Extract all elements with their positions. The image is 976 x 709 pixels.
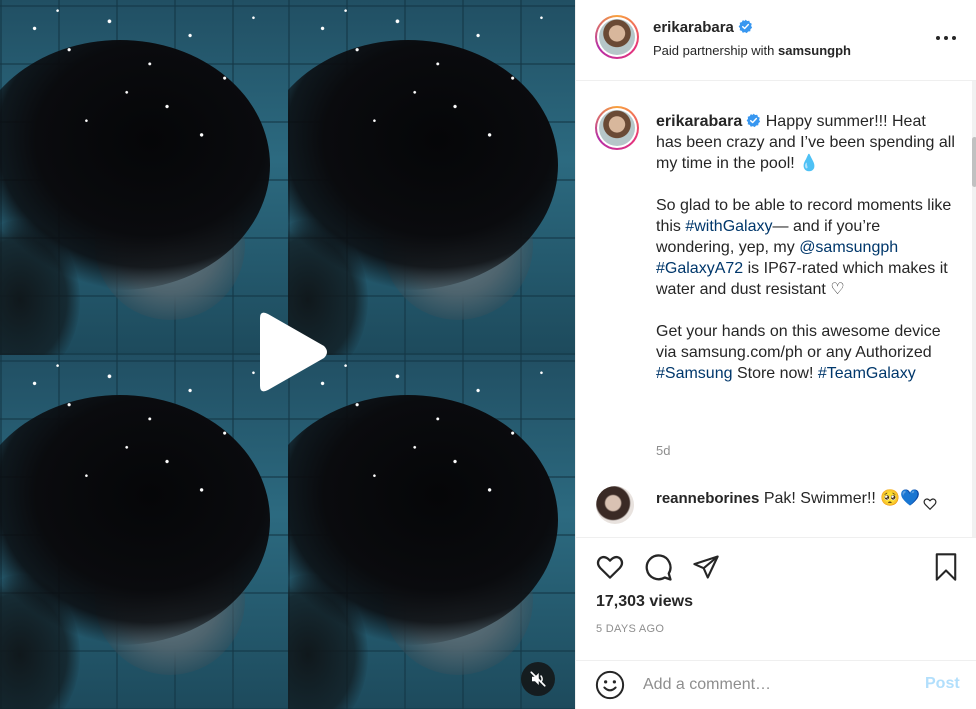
save-button[interactable] bbox=[929, 550, 963, 584]
bookmark-icon bbox=[935, 553, 957, 581]
comment: reanneborines Pak! Swimmer!! 🥺💙 bbox=[656, 488, 921, 509]
heart-outline-icon bbox=[596, 555, 624, 579]
caption-timestamp[interactable]: 5d bbox=[656, 443, 670, 458]
video-frame-top-left bbox=[0, 0, 288, 355]
video-frame-bottom-left bbox=[0, 355, 288, 709]
video-frame-bottom-right bbox=[288, 355, 575, 709]
mute-toggle-button[interactable] bbox=[521, 662, 555, 696]
comment-like-button[interactable] bbox=[923, 497, 937, 511]
author-avatar[interactable] bbox=[595, 15, 639, 59]
play-icon bbox=[260, 312, 327, 392]
mention-samsungph[interactable]: @samsungph bbox=[799, 239, 898, 256]
hashtag-galaxya72[interactable]: #GalaxyA72 bbox=[656, 260, 743, 277]
heart-outline-icon bbox=[923, 498, 937, 511]
view-count[interactable]: 17,303 views bbox=[596, 593, 693, 611]
paid-partnership-label: Paid partnership with samsungph bbox=[653, 43, 851, 58]
caption-author-avatar[interactable] bbox=[595, 106, 639, 150]
emoji-button[interactable] bbox=[595, 670, 627, 702]
post-video[interactable] bbox=[0, 0, 575, 709]
post-timestamp[interactable]: 5 DAYS AGO bbox=[596, 623, 664, 635]
caption-username[interactable]: erikarabara bbox=[656, 113, 742, 130]
commenter-avatar[interactable] bbox=[596, 486, 634, 524]
comment-input[interactable] bbox=[643, 673, 913, 697]
hashtag-samsung[interactable]: #Samsung bbox=[656, 365, 733, 382]
author-username-row[interactable]: erikarabara bbox=[653, 19, 753, 36]
action-bar: 17,303 views 5 DAYS AGO bbox=[576, 537, 976, 660]
water-drop-emoji: 💧 bbox=[799, 155, 820, 172]
verified-badge-icon bbox=[738, 19, 753, 34]
partner-link[interactable]: samsungph bbox=[778, 43, 851, 58]
play-button[interactable] bbox=[248, 310, 332, 394]
caption-text: erikarabara Happy summer!!! Heat has bee… bbox=[656, 111, 956, 405]
heart-emoji: ♡ bbox=[830, 281, 845, 298]
partner-prefix: Paid partnership with bbox=[653, 43, 779, 58]
comments-list[interactable]: erikarabara Happy summer!!! Heat has bee… bbox=[576, 81, 976, 537]
caption-p3-text-b: Store now! bbox=[732, 365, 818, 382]
post-details-panel: erikarabara Paid partnership with samsun… bbox=[575, 0, 976, 709]
verified-badge-icon bbox=[746, 113, 761, 128]
like-button[interactable] bbox=[593, 550, 627, 584]
caption-paragraph-2: So glad to be able to record moments lik… bbox=[656, 195, 956, 300]
comment-button[interactable] bbox=[641, 550, 675, 584]
comment-body: Pak! Swimmer!! bbox=[759, 490, 881, 507]
smiley-face-icon bbox=[595, 670, 625, 700]
more-horizontal-icon bbox=[936, 36, 956, 40]
add-comment-bar: Post bbox=[576, 660, 976, 709]
share-button[interactable] bbox=[689, 550, 723, 584]
hashtag-teamgalaxy[interactable]: #TeamGalaxy bbox=[818, 365, 916, 382]
video-frame-top-right bbox=[288, 0, 575, 355]
author-username[interactable]: erikarabara bbox=[653, 19, 734, 36]
speaker-muted-icon bbox=[530, 671, 546, 687]
caption-p3-text-a: Get your hands on this awesome device vi… bbox=[656, 323, 941, 361]
caption-paragraph-1: erikarabara Happy summer!!! Heat has bee… bbox=[656, 111, 956, 174]
comments-scrollbar[interactable] bbox=[972, 81, 976, 537]
caption-paragraph-3: Get your hands on this awesome device vi… bbox=[656, 321, 956, 384]
hashtag-withgalaxy[interactable]: #withGalaxy bbox=[685, 218, 772, 235]
more-options-button[interactable] bbox=[934, 28, 960, 48]
post-comment-button[interactable]: Post bbox=[925, 675, 960, 693]
speech-bubble-icon bbox=[645, 554, 672, 581]
comment-emojis: 🥺💙 bbox=[880, 490, 921, 507]
paper-plane-icon bbox=[693, 555, 719, 579]
commenter-username[interactable]: reanneborines bbox=[656, 490, 759, 507]
post-header: erikarabara Paid partnership with samsun… bbox=[576, 0, 976, 81]
